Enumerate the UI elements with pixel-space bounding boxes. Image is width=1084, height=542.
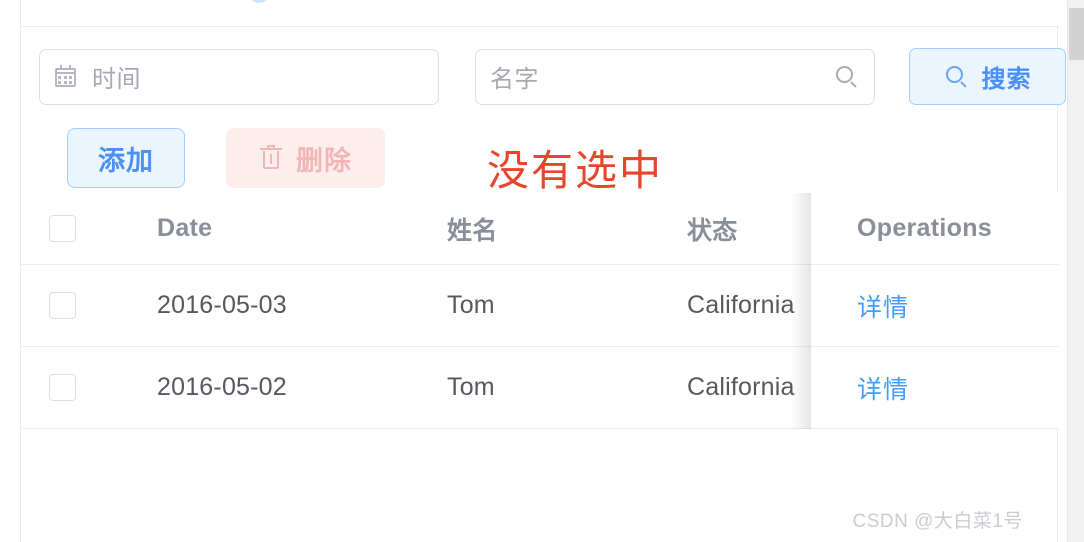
app-root: 时间 名字 搜索 添加 删除 没有选中 Date 姓名 状态 2016-05-0… [0, 0, 1084, 542]
header-cell-date[interactable]: Date [157, 214, 447, 243]
header-cell-operations-label: Operations [857, 214, 992, 242]
add-button[interactable]: 添加 [67, 128, 185, 188]
action-row: 添加 删除 [67, 128, 385, 188]
search-icon [944, 64, 970, 90]
operations-cell: 详情 [811, 347, 1059, 429]
header-cell-select [21, 215, 157, 242]
cell-date: 2016-05-02 [157, 373, 287, 401]
date-input-placeholder: 时间 [92, 66, 141, 93]
row-checkbox[interactable] [49, 374, 76, 401]
partial-circle-decoration [249, 0, 269, 3]
filter-row: 时间 名字 搜索 [39, 48, 1066, 105]
row-checkbox[interactable] [49, 292, 76, 319]
watermark: CSDN @大白菜1号 [852, 511, 1023, 532]
cell-name: Tom [447, 373, 495, 401]
search-button-label: 搜索 [981, 66, 1032, 93]
delete-button-label: 删除 [296, 145, 352, 176]
cell-name: Tom [447, 291, 495, 319]
header-cell-name[interactable]: 姓名 [447, 211, 687, 247]
name-input-placeholder: 名字 [490, 66, 539, 93]
row-select-cell [21, 292, 157, 319]
trash-icon [259, 145, 283, 171]
add-button-label: 添加 [98, 145, 154, 176]
search-button[interactable]: 搜索 [909, 48, 1066, 105]
header-cell-operations: Operations [811, 193, 1059, 265]
scrollbar-thumb[interactable] [1069, 8, 1084, 60]
name-input[interactable]: 名字 [475, 48, 875, 105]
top-strip [21, 0, 1059, 27]
date-input[interactable]: 时间 [39, 48, 439, 105]
calendar-icon [54, 64, 78, 89]
cell-date: 2016-05-03 [157, 291, 287, 319]
row-select-cell [21, 374, 157, 401]
operations-cell: 详情 [811, 265, 1059, 347]
select-all-checkbox[interactable] [49, 215, 76, 242]
detail-link[interactable]: 详情 [857, 370, 909, 406]
detail-link[interactable]: 详情 [857, 288, 909, 324]
vertical-scrollbar[interactable] [1067, 0, 1084, 542]
search-icon[interactable] [834, 64, 860, 90]
fixed-operations-column: Operations 详情 详情 [791, 193, 1059, 429]
delete-button[interactable]: 删除 [226, 128, 385, 188]
content-card: 时间 名字 搜索 添加 删除 没有选中 Date 姓名 状态 2016-05-0… [20, 0, 1066, 542]
annotation-text: 没有选中 [487, 147, 664, 194]
